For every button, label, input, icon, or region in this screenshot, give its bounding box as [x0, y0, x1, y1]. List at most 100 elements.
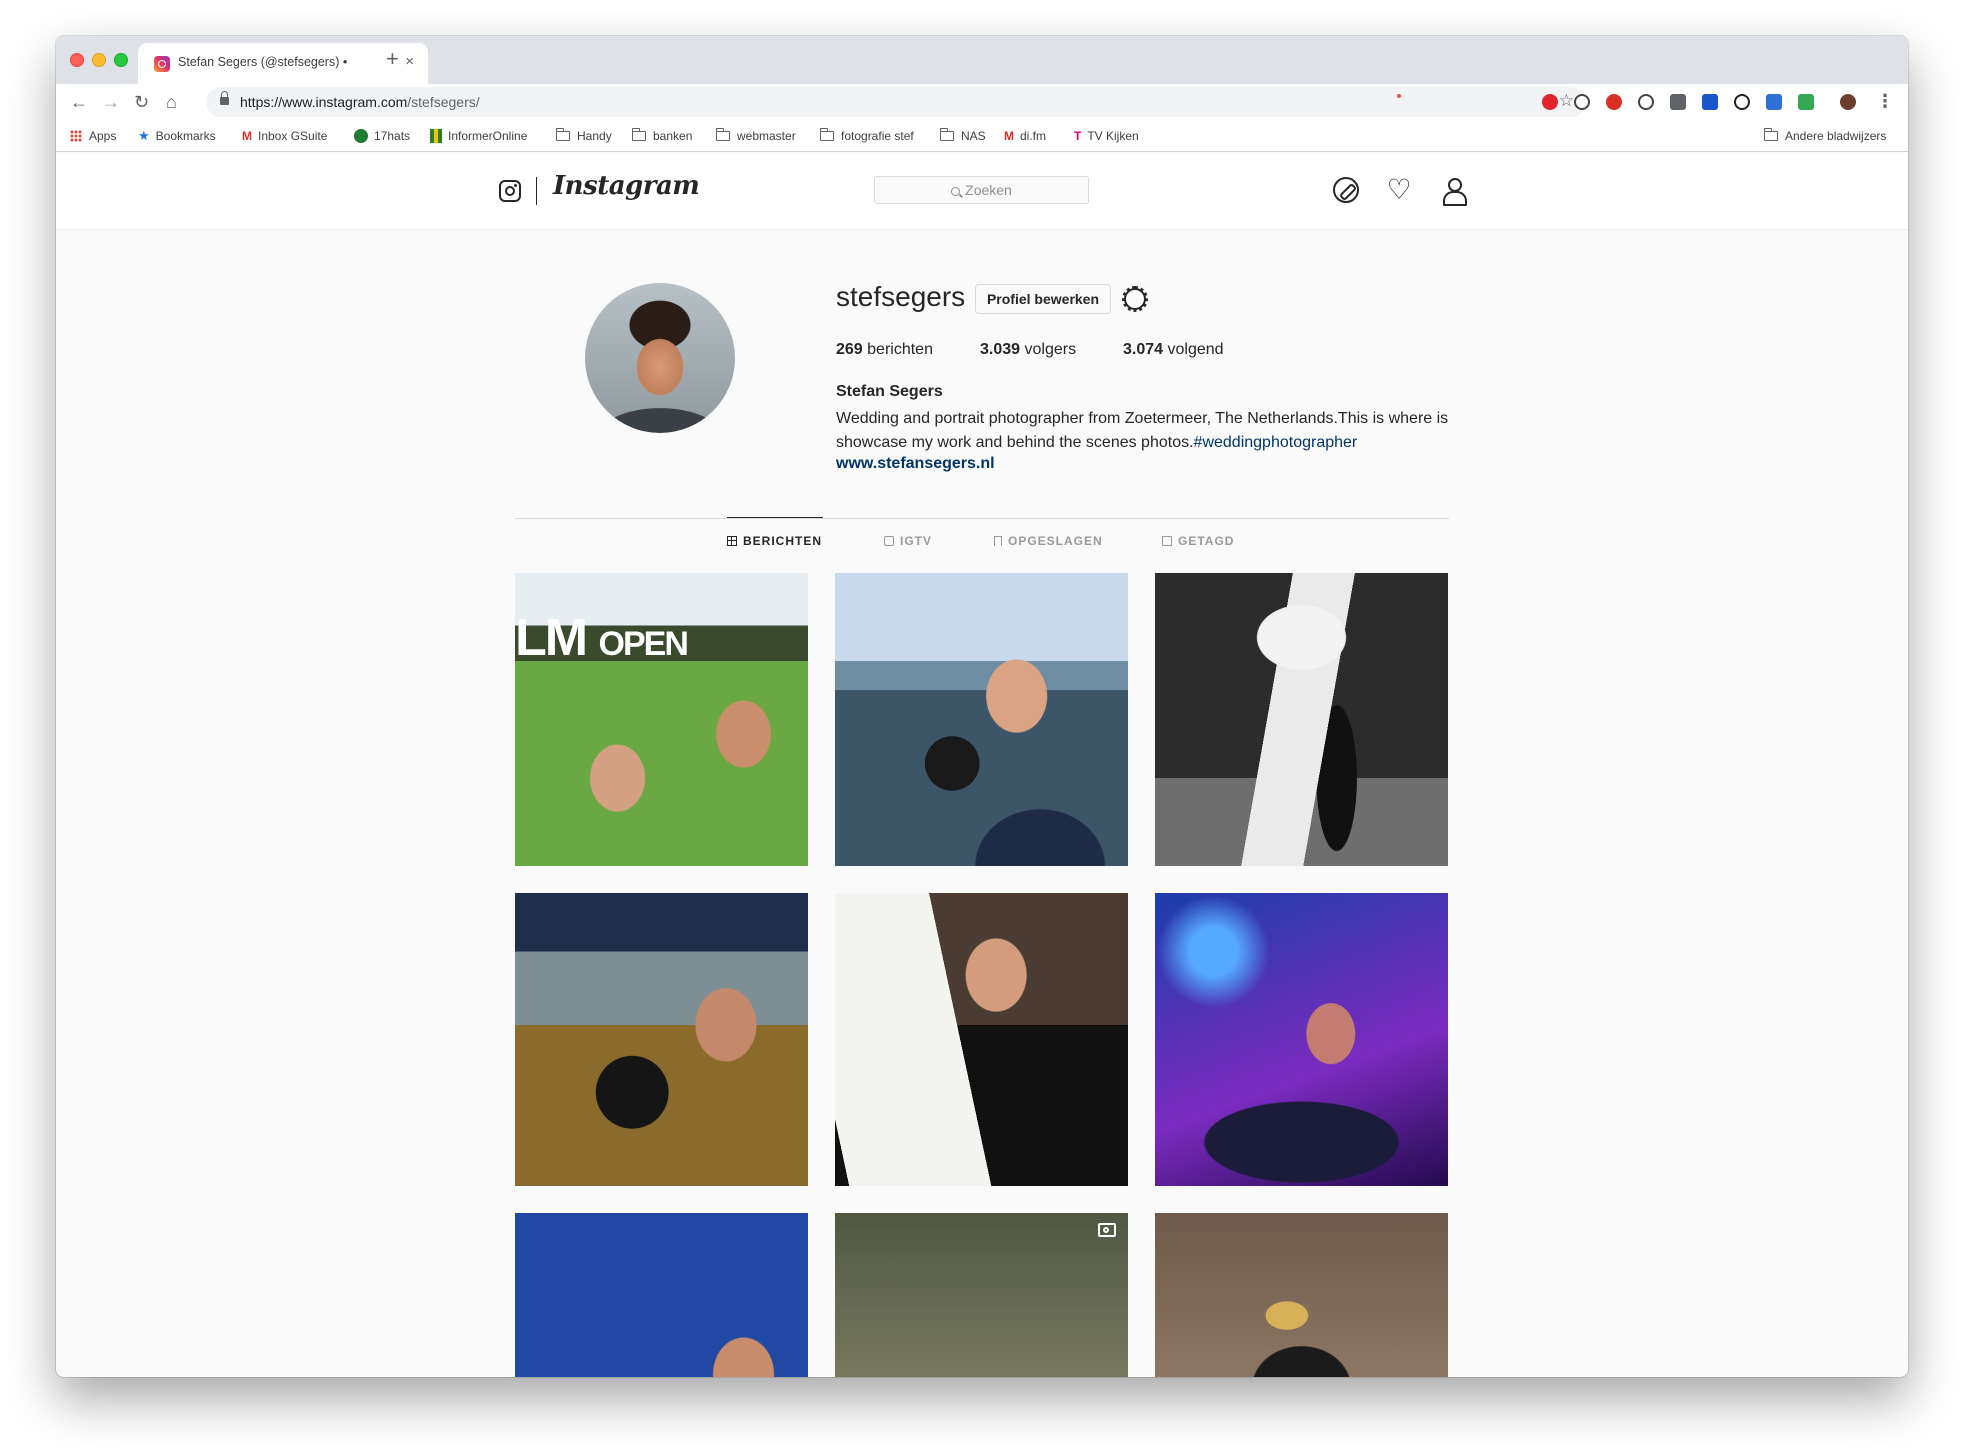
telekom-icon: T	[1074, 129, 1082, 143]
back-arrow-icon[interactable]: ←	[70, 90, 88, 114]
post-thumbnail[interactable]	[1155, 893, 1448, 1186]
lock-icon	[220, 91, 229, 107]
star-icon: ★	[138, 128, 150, 143]
search-icon	[951, 187, 961, 196]
url-text[interactable]: https://www.instagram.com/stefsegers/	[240, 94, 480, 110]
tab-close-icon[interactable]: ×	[405, 53, 414, 70]
folder-icon	[820, 128, 834, 141]
bookmark-apps[interactable]: Apps	[70, 128, 116, 144]
instagram-header: Instagram Zoeken ♡	[56, 153, 1908, 230]
logo-divider	[536, 177, 537, 205]
folder-icon	[632, 128, 646, 141]
profile-avatar-large[interactable]	[585, 283, 735, 433]
extension-icon[interactable]	[1670, 94, 1686, 110]
bookmark-nas[interactable]: NAS	[940, 128, 986, 144]
profile-website-link[interactable]: www.stefansegers.nl	[836, 455, 995, 473]
post-thumbnail-video[interactable]	[835, 1213, 1128, 1377]
bookmark-di-fm[interactable]: Mdi.fm	[1004, 128, 1046, 144]
bookmark-icon	[994, 536, 1002, 546]
bookmark-banken[interactable]: banken	[632, 128, 692, 144]
bookmark-inbox-gsuite[interactable]: M Inbox GSuite	[242, 128, 327, 144]
settings-gear-icon[interactable]	[1122, 286, 1148, 312]
profile-username: stefsegers	[836, 281, 966, 312]
tab-getagd[interactable]: GETAGD	[1162, 534, 1234, 548]
tab-title: Stefan Segers (@stefsegers) •	[178, 55, 348, 69]
info-extension-icon[interactable]	[1638, 94, 1654, 110]
bookmark-informeronline[interactable]: InformerOnline	[430, 128, 527, 144]
folder-icon	[556, 128, 570, 141]
folder-icon	[1764, 128, 1778, 141]
bookmark-17hats[interactable]: 17hats	[354, 128, 410, 144]
bio-hashtag-link[interactable]: #weddingphotographer	[1194, 434, 1358, 451]
igtv-icon	[884, 536, 894, 546]
grid-icon	[727, 536, 737, 546]
instagram-wordmark[interactable]: Instagram	[553, 171, 700, 201]
profile-avatar[interactable]	[1840, 94, 1856, 110]
clock-extension-icon[interactable]	[1734, 94, 1750, 110]
search-placeholder: Zoeken	[965, 182, 1012, 198]
reload-icon[interactable]: ↻	[134, 90, 149, 114]
folder-icon	[716, 128, 730, 141]
translate-extension-icon[interactable]	[1798, 94, 1814, 110]
bookmark-other[interactable]: Andere bladwijzers	[1764, 128, 1886, 144]
folder-icon	[940, 128, 954, 141]
post-thumbnail[interactable]	[515, 1213, 808, 1377]
opera-extension-icon[interactable]	[1542, 94, 1558, 110]
close-window-button[interactable]	[70, 53, 84, 67]
adblock-extension-icon[interactable]	[1606, 94, 1622, 110]
tagged-icon	[1162, 536, 1172, 546]
bookmark-tv-kijken[interactable]: T TV Kijken	[1074, 128, 1139, 144]
gmail-icon: M	[1004, 129, 1014, 143]
activity-heart-icon[interactable]: ♡	[1386, 176, 1412, 204]
bookmarks-bar: Apps ★ Bookmarks M Inbox GSuite 17hats Inf…	[56, 120, 1908, 152]
profile-full-name: Stefan Segers	[836, 383, 943, 400]
browser-menu-icon[interactable]: ⋮	[1876, 91, 1894, 112]
gmail-icon: M	[242, 129, 252, 143]
maximize-window-button[interactable]	[114, 53, 128, 67]
forward-arrow-icon[interactable]: →	[102, 90, 120, 114]
edit-profile-button[interactable]: Profiel bewerken	[975, 284, 1111, 314]
profile-user-icon[interactable]	[1441, 177, 1467, 206]
followers-link[interactable]: 3.039 volgers	[980, 341, 1076, 359]
notification-dot	[1397, 94, 1401, 98]
browser-tab-instagram[interactable]: Stefan Segers (@stefsegers) • ×	[138, 43, 428, 84]
following-link[interactable]: 3.074 volgend	[1123, 341, 1224, 359]
home-icon[interactable]: ⌂	[166, 90, 177, 114]
informer-icon	[430, 129, 442, 143]
tab-igtv[interactable]: IGTV	[884, 534, 932, 548]
minimize-window-button[interactable]	[92, 53, 106, 67]
browser-toolbar: ← → ↻ ⌂ https://www.instagram.com/stefse…	[56, 84, 1908, 120]
post-thumbnail[interactable]	[1155, 573, 1448, 866]
post-thumbnail[interactable]	[835, 893, 1128, 1186]
explore-compass-icon[interactable]	[1333, 177, 1359, 203]
post-thumbnail[interactable]	[515, 893, 808, 1186]
post-thumbnail[interactable]	[835, 573, 1128, 866]
calendar-extension-icon[interactable]	[1766, 94, 1782, 110]
profile-bio: Wedding and portrait photographer from Z…	[836, 410, 1449, 451]
instagram-favicon-icon	[154, 56, 170, 72]
sync-extension-icon[interactable]	[1574, 94, 1590, 110]
address-bar[interactable]: https://www.instagram.com/stefsegers/ ☆	[206, 87, 1586, 117]
bookmark-webmaster[interactable]: webmaster	[716, 128, 796, 144]
video-camera-icon	[1098, 1223, 1116, 1237]
redir-extension-icon[interactable]	[1702, 94, 1718, 110]
active-tab-indicator	[727, 517, 823, 518]
tab-berichten[interactable]: BERICHTEN	[727, 534, 822, 548]
photo-sign-text: LM OPEN	[515, 609, 689, 667]
posts-count: 269 berichten	[836, 341, 933, 358]
new-tab-button[interactable]: +	[386, 48, 399, 70]
search-input[interactable]: Zoeken	[874, 176, 1089, 204]
bookmark-fotografie-stef[interactable]: fotografie stef	[820, 128, 914, 144]
tab-opgeslagen[interactable]: OPGESLAGEN	[994, 534, 1103, 548]
bookmark-bookmarks[interactable]: ★ Bookmarks	[138, 128, 216, 144]
tab-bar: Stefan Segers (@stefsegers) • × +	[56, 36, 1908, 84]
post-thumbnail[interactable]	[1155, 1213, 1448, 1377]
browser-window: Stefan Segers (@stefsegers) • × + ← → ↻ …	[56, 36, 1908, 1377]
post-thumbnail[interactable]: LM OPEN	[515, 573, 808, 866]
17hats-icon	[354, 129, 368, 143]
bookmark-star-icon[interactable]: ☆	[1559, 91, 1574, 111]
tabs-divider	[515, 518, 1449, 519]
instagram-logo-icon[interactable]	[499, 180, 521, 202]
apps-icon	[70, 130, 82, 142]
bookmark-handy[interactable]: Handy	[556, 128, 612, 144]
